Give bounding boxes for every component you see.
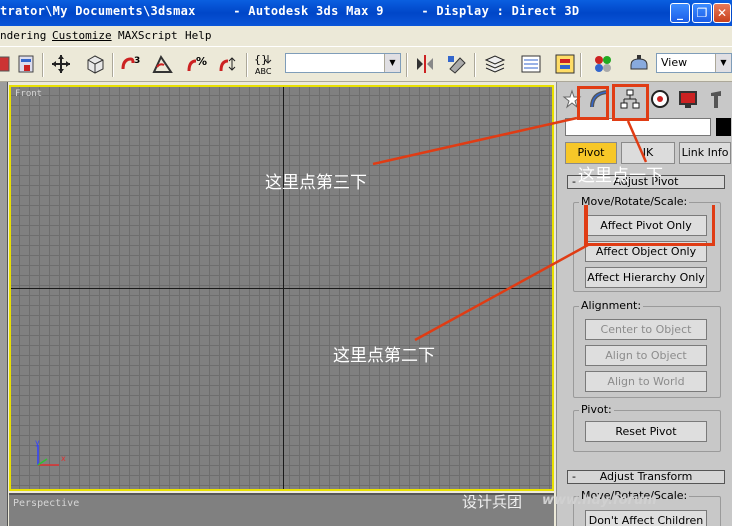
annotation-second-click: 这里点第二下 bbox=[333, 346, 435, 366]
annotation-first-click: 这里点一下 bbox=[578, 166, 663, 186]
annotation-arrows bbox=[372, 116, 648, 342]
annotation-third-click: 这里点第三下 bbox=[265, 173, 367, 193]
watermark-url: www.hdy.forum bbox=[542, 493, 657, 508]
app-window: trator\My Documents\3dsmax - Autodesk 3d… bbox=[0, 0, 732, 526]
watermark-brand: 设计兵团 bbox=[462, 493, 523, 511]
